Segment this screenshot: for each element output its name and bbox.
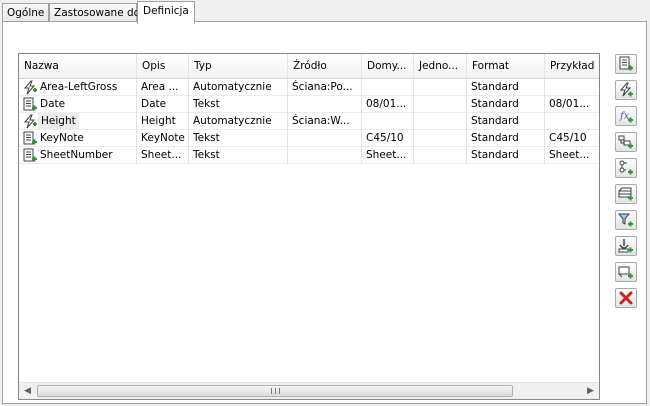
add-location-property-button[interactable] bbox=[615, 262, 637, 282]
horizontal-scrollbar[interactable]: ◀ ▶ bbox=[19, 382, 599, 399]
cell-description: Sheet... bbox=[137, 147, 189, 164]
cell-name: Area-LeftGross bbox=[19, 79, 137, 96]
column-header-default[interactable]: Domy... bbox=[362, 54, 414, 79]
cell-name-text: Area-LeftGross bbox=[40, 81, 118, 93]
table-row[interactable]: SheetNumber Sheet... Tekst Sheet... Stan… bbox=[19, 147, 599, 164]
text-property-icon bbox=[23, 131, 37, 145]
cell-name-text: Date bbox=[40, 98, 66, 110]
cell-source bbox=[288, 130, 362, 147]
cell-description: Height bbox=[137, 113, 189, 130]
cell-name: SheetNumber bbox=[19, 147, 137, 164]
cell-default: Sheet... bbox=[362, 147, 414, 164]
formula-icon bbox=[23, 80, 37, 95]
tab-definition[interactable]: Definicja bbox=[137, 1, 195, 24]
add-table-property-button[interactable] bbox=[615, 184, 637, 204]
column-header-source[interactable]: Źródło bbox=[288, 54, 362, 79]
delete-icon bbox=[619, 291, 633, 305]
cell-name: Height bbox=[19, 113, 137, 130]
cell-name: Date bbox=[19, 96, 137, 113]
add-list-property-button[interactable] bbox=[615, 132, 637, 152]
add-selection-property-button[interactable] bbox=[615, 158, 637, 178]
cell-example: C45/10 bbox=[549, 132, 587, 144]
definition-panel: Nazwa Opis Typ Źródło Domy... Jedno... F… bbox=[2, 21, 647, 404]
tab-definition-label: Definicja bbox=[143, 5, 189, 17]
add-location-property-icon bbox=[618, 266, 633, 279]
add-automatic-property-button[interactable] bbox=[615, 80, 637, 100]
add-formula-property-icon: fx bbox=[619, 111, 633, 123]
scroll-right-button[interactable]: ▶ bbox=[582, 383, 599, 399]
text-property-icon bbox=[23, 97, 37, 111]
cell-format: Standard bbox=[467, 147, 545, 164]
cell-example bbox=[545, 113, 599, 130]
tab-general-label: Ogólne bbox=[7, 7, 45, 19]
delete-property-button[interactable] bbox=[615, 288, 637, 308]
add-filter-property-icon bbox=[618, 213, 633, 227]
cell-format: Standard bbox=[467, 113, 545, 130]
cell-description: KeyNote bbox=[137, 130, 189, 147]
cell-type: Automatycznie bbox=[189, 79, 288, 96]
cell-type: Tekst bbox=[189, 96, 288, 113]
property-definitions-grid: Nazwa Opis Typ Źródło Domy... Jedno... F… bbox=[18, 53, 600, 400]
cell-name-text: KeyNote bbox=[40, 132, 84, 144]
add-reference-property-button[interactable] bbox=[615, 236, 637, 256]
add-reference-property-icon bbox=[618, 239, 633, 253]
cell-type: Automatycznie bbox=[189, 113, 288, 130]
table-row[interactable]: Area-LeftGross Area ... Automatycznie Śc… bbox=[19, 79, 599, 96]
add-formula-property-button[interactable]: fx bbox=[615, 106, 637, 126]
scroll-left-button[interactable]: ◀ bbox=[19, 383, 36, 399]
cell-units bbox=[414, 96, 467, 113]
cell-example: Sheet... bbox=[549, 149, 590, 161]
table-row[interactable]: KeyNote KeyNote Tekst C45/10 Standard C4… bbox=[19, 130, 599, 147]
scroll-grip-icon bbox=[271, 388, 280, 394]
add-filter-property-button[interactable] bbox=[615, 210, 637, 230]
table-row[interactable]: Date Date Tekst 08/01... Standard 08/01.… bbox=[19, 96, 599, 113]
cell-description: Date bbox=[137, 96, 189, 113]
add-table-property-icon bbox=[618, 187, 633, 201]
table-row[interactable]: Height Height Automatycznie Ściana:W... … bbox=[19, 113, 599, 130]
column-header-example[interactable]: Przykład bbox=[545, 54, 599, 79]
column-header-units[interactable]: Jedno... bbox=[414, 54, 467, 79]
formula-icon bbox=[23, 114, 37, 129]
cell-type: Tekst bbox=[189, 130, 288, 147]
add-text-property-button[interactable] bbox=[615, 54, 637, 74]
cell-name-text: SheetNumber bbox=[40, 149, 113, 161]
tab-applies-to[interactable]: Zastosowane do bbox=[49, 3, 141, 23]
cell-default: 08/01... bbox=[362, 96, 414, 113]
column-header-type[interactable]: Typ bbox=[189, 54, 288, 79]
cell-description: Area ... bbox=[137, 79, 189, 96]
cell-default bbox=[362, 79, 414, 96]
cell-units bbox=[414, 130, 467, 147]
add-text-property-icon bbox=[619, 56, 633, 71]
cell-type: Tekst bbox=[189, 147, 288, 164]
cell-source bbox=[288, 96, 362, 113]
cell-default: C45/10 bbox=[362, 130, 414, 147]
grid-header: Nazwa Opis Typ Źródło Domy... Jedno... F… bbox=[19, 54, 599, 79]
scroll-thumb[interactable] bbox=[37, 385, 513, 397]
column-header-format[interactable]: Format bbox=[467, 54, 545, 79]
cell-format: Standard bbox=[467, 130, 545, 147]
cell-units bbox=[414, 79, 467, 96]
cell-units bbox=[414, 147, 467, 164]
tab-applies-to-label: Zastosowane do bbox=[54, 7, 141, 19]
cell-source bbox=[288, 147, 362, 164]
cell-format: Standard bbox=[467, 79, 545, 96]
cell-name: KeyNote bbox=[19, 130, 137, 147]
column-header-description[interactable]: Opis bbox=[137, 54, 189, 79]
cell-source: Ściana:Po... bbox=[288, 79, 362, 96]
cell-default bbox=[362, 113, 414, 130]
text-property-icon bbox=[23, 148, 37, 162]
cell-units bbox=[414, 113, 467, 130]
cell-source: Ściana:W... bbox=[288, 113, 362, 130]
column-header-name[interactable]: Nazwa bbox=[19, 54, 137, 79]
add-automatic-property-icon bbox=[619, 82, 633, 97]
tab-general[interactable]: Ogólne bbox=[2, 3, 49, 23]
cell-format: Standard bbox=[467, 96, 545, 113]
cell-name-text: Height bbox=[38, 113, 79, 130]
add-list-property-icon bbox=[618, 135, 633, 149]
cell-example bbox=[545, 79, 599, 96]
add-selection-property-icon bbox=[619, 160, 633, 175]
cell-example: 08/01... bbox=[549, 98, 590, 110]
